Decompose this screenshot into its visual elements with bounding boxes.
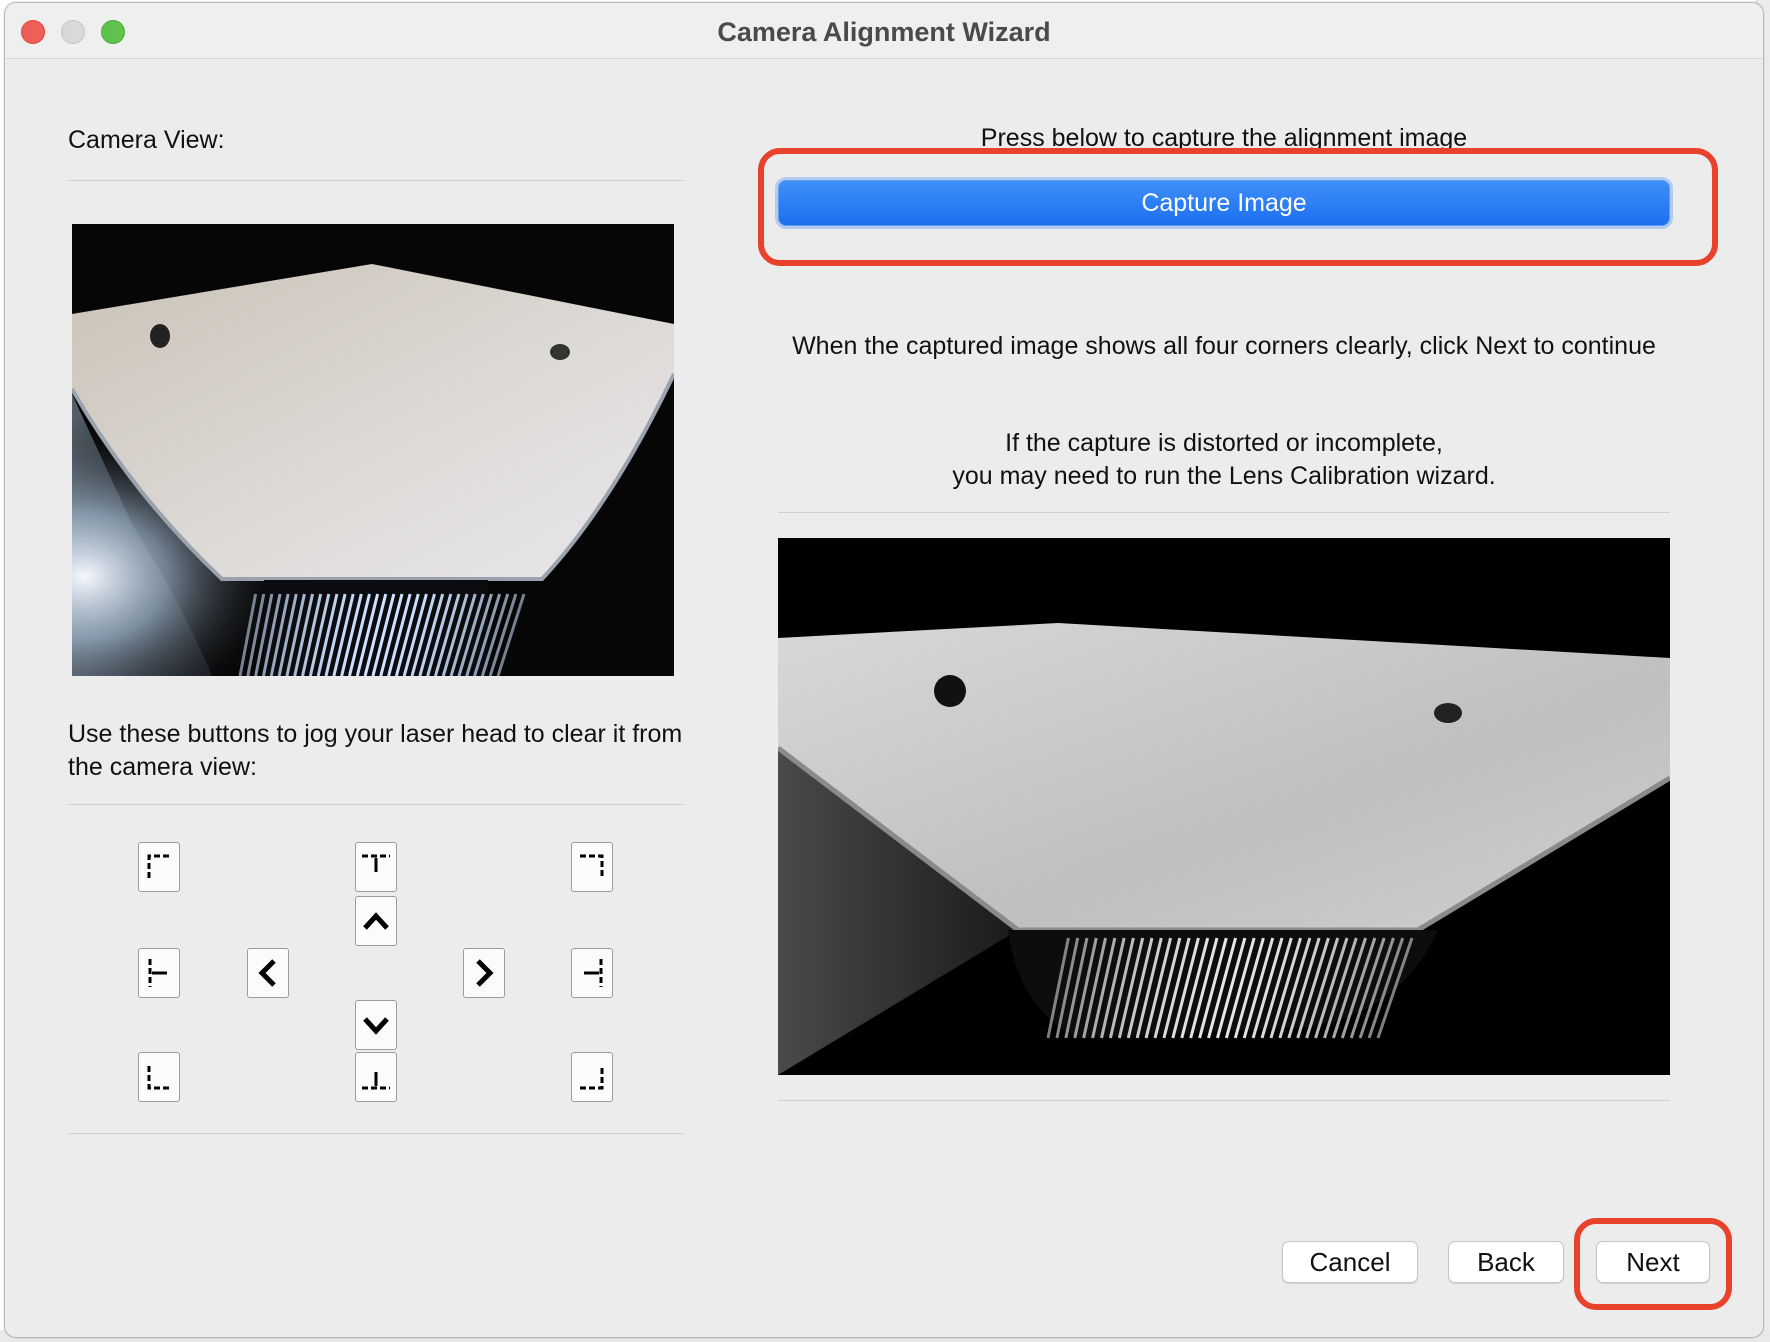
next-button-highlight [1574, 1218, 1732, 1310]
chevron-left-icon [258, 959, 276, 987]
title-bar: Camera Alignment Wizard [5, 3, 1763, 59]
distortion-note-line2: you may need to run the Lens Calibration… [952, 462, 1496, 490]
jog-bottom-center-edge-button[interactable] [355, 1052, 397, 1102]
jog-top-left-corner-button[interactable] [138, 842, 180, 892]
separator [68, 180, 684, 181]
separator [778, 1100, 1670, 1101]
captured-alignment-image [778, 538, 1670, 1075]
jog-bottom-left-corner-button[interactable] [138, 1052, 180, 1102]
corner-bottom-right-icon [580, 1066, 604, 1090]
edge-left-icon [148, 959, 167, 987]
corner-top-left-icon [147, 854, 171, 878]
camera-view-label: Camera View: [68, 126, 225, 154]
jog-right-button[interactable] [463, 948, 505, 998]
chevron-up-icon [363, 912, 389, 930]
jog-top-right-corner-button[interactable] [571, 842, 613, 892]
jog-left-center-edge-button[interactable] [138, 948, 180, 998]
separator [68, 1133, 684, 1134]
chevron-down-icon [363, 1017, 389, 1035]
chevron-right-icon [476, 959, 494, 987]
jog-left-button[interactable] [247, 948, 289, 998]
edge-top-icon [362, 854, 390, 872]
capture-button-highlight [758, 148, 1718, 266]
edge-right-icon [584, 959, 603, 987]
window-title: Camera Alignment Wizard [717, 17, 1051, 47]
jog-right-center-edge-button[interactable] [571, 948, 613, 998]
jog-down-button[interactable] [355, 1000, 397, 1050]
distortion-note-line1: If the capture is distorted or incomplet… [1005, 429, 1443, 457]
jog-up-button[interactable] [355, 896, 397, 946]
edge-bottom-icon [362, 1072, 390, 1090]
jog-top-center-edge-button[interactable] [355, 842, 397, 892]
corner-bottom-left-icon [147, 1066, 171, 1090]
jog-bottom-right-corner-button[interactable] [571, 1052, 613, 1102]
separator [778, 512, 1670, 513]
cancel-button[interactable]: Cancel [1282, 1241, 1418, 1283]
camera-live-image [72, 224, 674, 676]
camera-live-view [72, 224, 674, 676]
captured-image-view [778, 538, 1670, 1075]
back-button[interactable]: Back [1448, 1241, 1564, 1283]
next-instruction: When the captured image shows all four c… [792, 332, 1656, 360]
separator [68, 804, 684, 805]
jog-instructions: Use these buttons to jog your laser head… [68, 720, 683, 781]
corner-top-right-icon [580, 854, 604, 878]
